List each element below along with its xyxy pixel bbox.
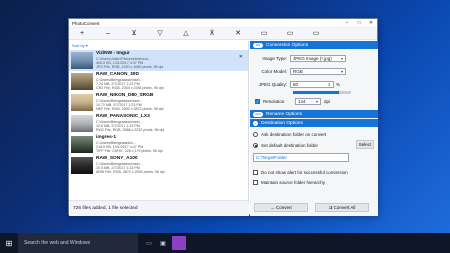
file-list: Viz/NW - Imgur C:\Users\Julien\Pictures\… (69, 50, 248, 198)
photoconvert-taskbar-icon[interactable] (172, 236, 186, 250)
set-default-destination-radio[interactable] (253, 142, 258, 148)
conversion-options-toggle[interactable]: ON (253, 42, 263, 48)
remove-file-icon[interactable]: – (95, 28, 121, 40)
jpeg-quality-stepper[interactable]: 80 ⇕ (290, 80, 334, 88)
convert-button[interactable]: → Convert (254, 203, 308, 212)
file-thumbnail (71, 136, 93, 153)
color-model-label: Color Model: (261, 68, 287, 74)
list-item[interactable]: RAW_CANON_30D C:\Users\Bemgraassin\raw\.… (69, 71, 248, 92)
close-button[interactable]: ✕ (365, 19, 377, 28)
jpeg-quality-label: JPEG Quality: (258, 81, 287, 87)
taskbar: ⊞ Search the web and Windows ▭ ▣ (0, 233, 450, 253)
file-format-info: RW2 File, RGB, 3968 x 2232 pixels, 96 dp… (96, 128, 165, 133)
minimize-button[interactable]: – (341, 19, 353, 28)
rename-options-title: Rename Options (266, 111, 302, 117)
file-list-pane: Sort by ▾ Viz/NW - Imgur C:\Users\Julien… (69, 41, 249, 216)
list-item[interactable]: imgres-1 C:\Users\Bemgraassin\... 218.5 … (69, 134, 248, 155)
sort-by-dropdown[interactable]: Sort by ▾ (69, 41, 248, 50)
maintain-hierarchy-label: Maintain source folder hierarchy (261, 180, 326, 185)
file-format-info: CR2 File, RGB, 2304 x 2256 pixels, 96 dp… (96, 86, 164, 91)
taskbar-search-text: Search the web and Windows (24, 240, 91, 246)
no-alert-label: Do not show alert for successful convers… (261, 170, 348, 175)
file-thumbnail (71, 73, 93, 90)
list-item[interactable]: RAW_NIKON_D80_SRGB C:\Users\Bemgraassin\… (69, 92, 248, 113)
jpeg-quality-slider[interactable] (293, 91, 351, 94)
status-bar: 726 files added, 1 file selected (69, 200, 249, 216)
options-pane: ON Conversion Options Image Type: JPEG I… (250, 41, 378, 216)
rename-options-toggle[interactable]: OFF (253, 111, 263, 117)
task-view-icon[interactable]: ▭ (142, 240, 156, 247)
jpeg-quality-slider-fill (293, 91, 340, 94)
file-format-info: NEF File, RGB, 2592 x 3872 pixels, 96 dp… (96, 107, 164, 112)
view-large-icon[interactable]: ▭ (251, 28, 277, 40)
view-details-icon[interactable]: ▭ (303, 28, 329, 40)
chevron-down-icon[interactable]: ⌄ (253, 120, 258, 126)
windows-start-icon[interactable]: ⊞ (0, 239, 18, 248)
resolution-select[interactable]: 144 ▾ (295, 97, 321, 105)
image-type-select[interactable]: JPEG Image (*.jpg) ▾ (290, 54, 346, 62)
list-item[interactable]: Viz/NW - Imgur C:\Users\Julien\Pictures\… (69, 50, 248, 71)
set-default-destination-label: Set default destination folder (261, 142, 319, 148)
view-list-icon[interactable]: ▭ (277, 28, 303, 40)
resolution-checkbox[interactable]: ✓ (255, 98, 260, 104)
no-alert-checkbox[interactable] (253, 170, 258, 175)
destination-options-header[interactable]: ⌄ Destination Options (250, 119, 378, 127)
photoconvert-window: PhotoConvert – □ ✕ + – ⊻ ▽ △ ⊼ ✕ ▭ ▭ ▭ S… (68, 18, 378, 216)
conversion-options-title: Conversion Options (266, 42, 309, 48)
file-thumbnail (71, 94, 93, 111)
conversion-options-header[interactable]: ON Conversion Options (250, 41, 378, 49)
close-icon[interactable]: ✕ (239, 54, 243, 60)
list-item[interactable]: RAW_PANASONIC_LX3 C:\Users\Bemgraassin\r… (69, 113, 248, 134)
file-format-info: TIFF File, CMYK, 226 x 179 pixels, 96 dp… (96, 149, 163, 154)
file-thumbnail (71, 52, 93, 69)
file-thumbnail (71, 115, 93, 132)
file-format-info: JPG File, RGB, 1920 x 1080 pixels, 96 dp… (96, 65, 164, 70)
destination-folder-field[interactable]: C:\TargetFolder (253, 153, 349, 162)
convert-all-button[interactable]: ⇉ Convert All (315, 203, 369, 212)
destination-options-title: Destination Options (261, 120, 303, 126)
chevron-down-icon: ▾ (340, 55, 343, 61)
ask-destination-radio[interactable] (253, 132, 258, 137)
file-explorer-icon[interactable]: ▣ (156, 240, 170, 247)
move-bottom-icon[interactable]: ⊻ (121, 28, 147, 40)
move-top-icon[interactable]: ⊼ (199, 28, 225, 40)
select-folder-button[interactable]: Select (356, 140, 374, 149)
move-down-icon[interactable]: ▽ (147, 28, 173, 40)
jpeg-quality-unit: % (336, 81, 341, 87)
file-thumbnail (71, 157, 93, 174)
add-files-icon[interactable]: + (69, 28, 95, 40)
clear-list-icon[interactable]: ✕ (225, 28, 251, 40)
resolution-value: 144 (298, 98, 306, 104)
image-type-label: Image Type: (262, 55, 287, 61)
rename-options-header[interactable]: OFF Rename Options (250, 110, 378, 118)
list-item[interactable]: RAW_SONY_A100 C:\Users\Bemgraassin\raw\.… (69, 155, 248, 176)
file-format-info: ARW File, RGB, 3872 x 2592 pixels, 96 dp… (96, 170, 165, 175)
color-model-value: RGB (293, 68, 303, 74)
chevron-down-icon: ▾ (315, 98, 318, 104)
move-up-icon[interactable]: △ (173, 28, 199, 40)
color-model-select[interactable]: RGB ▾ (290, 67, 346, 75)
resolution-unit: dpi (324, 98, 331, 104)
window-title: PhotoConvert (72, 20, 100, 26)
resolution-label: Resolution (263, 98, 285, 104)
image-type-value: JPEG Image (*.jpg) (293, 55, 332, 61)
maximize-button[interactable]: □ (353, 19, 365, 28)
maintain-hierarchy-checkbox[interactable] (253, 180, 258, 185)
chevron-down-icon: ▾ (340, 68, 343, 74)
toolbar: + – ⊻ ▽ △ ⊼ ✕ ▭ ▭ ▭ (69, 28, 377, 40)
taskbar-search-box[interactable]: Search the web and Windows (18, 233, 138, 253)
ask-destination-label: Ask destination folder on convert (261, 132, 327, 137)
spin-icon: ⇕ (327, 81, 331, 87)
jpeg-quality-value: 80 (293, 81, 299, 87)
